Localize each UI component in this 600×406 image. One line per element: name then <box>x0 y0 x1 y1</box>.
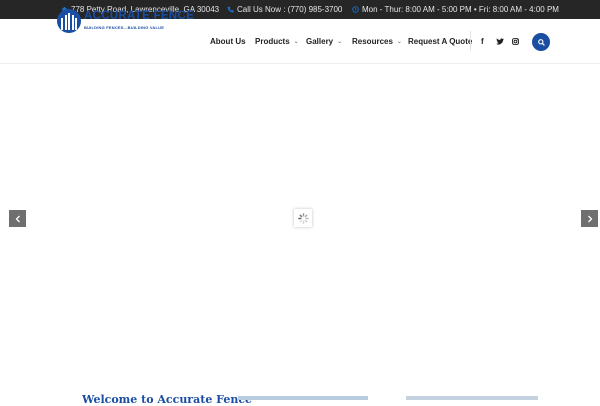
nav-about-us[interactable]: About Us <box>210 19 246 64</box>
phone-icon <box>227 6 234 13</box>
nav-gallery[interactable]: Gallery ⌄ <box>306 19 342 64</box>
phone-info[interactable]: Call Us Now : (770) 985-3700 <box>227 0 342 19</box>
logo-tagline: BUILDING FENCES...BUILDING VALUE <box>84 25 165 30</box>
search-button[interactable] <box>532 33 550 51</box>
facebook-icon[interactable]: f <box>481 19 484 64</box>
nav-request-quote[interactable]: Request A Quote <box>408 19 472 64</box>
loading-spinner-icon <box>294 209 312 227</box>
nav-label: Gallery <box>306 37 334 46</box>
nav-divider <box>470 31 471 51</box>
chevron-right-icon <box>587 215 592 222</box>
chevron-down-icon: ⌄ <box>293 39 299 45</box>
slider-prev-button[interactable] <box>9 210 26 227</box>
chevron-down-icon: ⌄ <box>337 39 343 45</box>
site-logo[interactable]: ACCURATE FENCE BUILDING FENCES...BUILDIN… <box>57 9 194 36</box>
nav-label: About Us <box>210 37 246 46</box>
nav-products[interactable]: Products ⌄ <box>255 19 299 64</box>
nav-label: Resources <box>352 37 393 46</box>
logo-title: ACCURATE FENCE <box>84 10 195 22</box>
gallery-thumbnail[interactable] <box>238 396 368 400</box>
twitter-icon[interactable] <box>496 19 504 64</box>
fence-logo-icon <box>57 9 81 33</box>
nav-label: Products <box>255 37 290 46</box>
gallery-thumbnail[interactable] <box>406 396 538 400</box>
nav-resources[interactable]: Resources ⌄ <box>352 19 402 64</box>
search-icon <box>537 38 545 46</box>
hours-info: Mon - Thur: 8:00 AM - 5:00 PM • Fri: 8:0… <box>352 0 559 19</box>
clock-icon <box>352 6 359 13</box>
chevron-left-icon <box>15 215 20 222</box>
hours-text: Mon - Thur: 8:00 AM - 5:00 PM • Fri: 8:0… <box>362 5 559 14</box>
nav-label: Request A Quote <box>408 37 473 46</box>
chevron-down-icon: ⌄ <box>396 39 402 45</box>
instagram-icon[interactable] <box>512 19 519 64</box>
slider-next-button[interactable] <box>581 210 598 227</box>
phone-text: Call Us Now : (770) 985-3700 <box>237 5 343 14</box>
